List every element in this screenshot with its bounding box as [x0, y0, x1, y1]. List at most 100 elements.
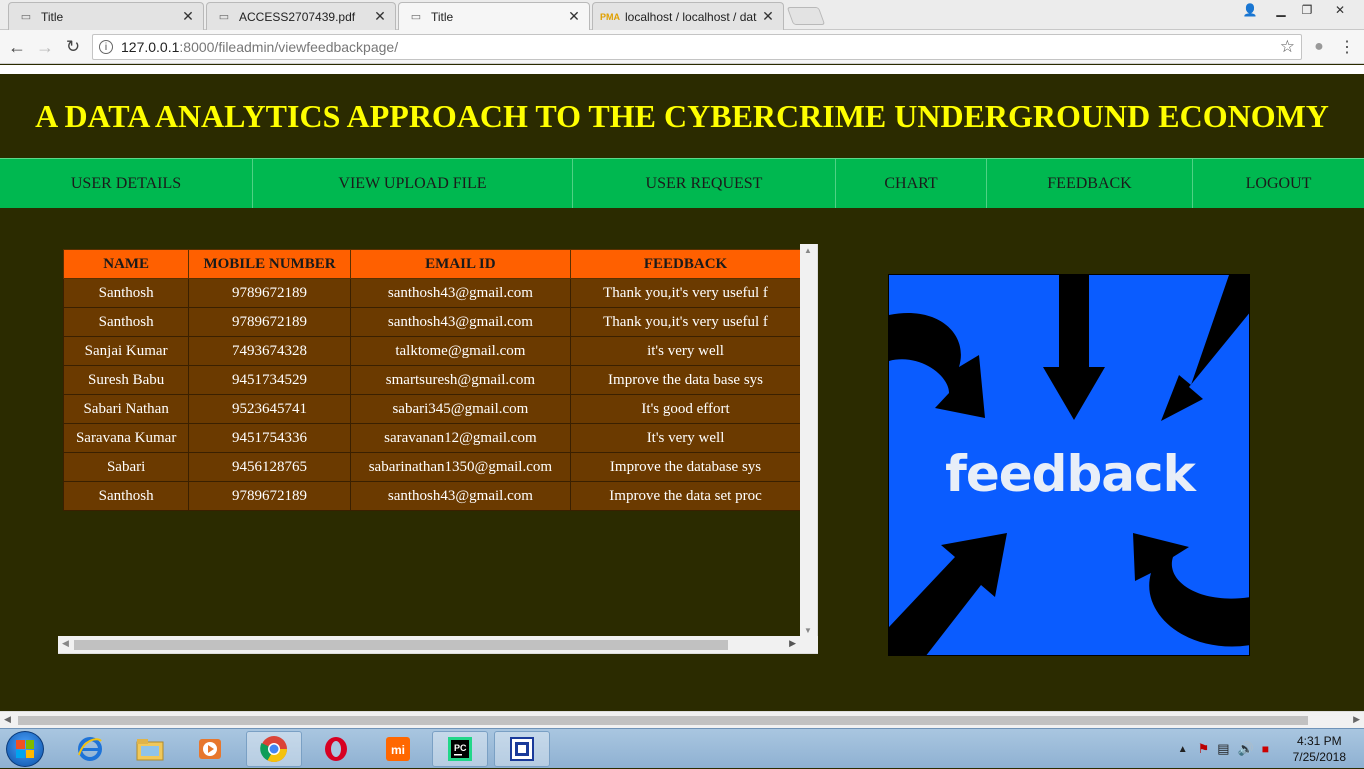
cell-email: smartsuresh@gmail.com	[349, 365, 572, 395]
column-header-name: NAME	[63, 249, 190, 279]
cell-feedback: Thank you,it's very useful f	[570, 307, 801, 337]
tab-phpmyadmin[interactable]: PMA localhost / localhost / dat ✕	[592, 2, 784, 30]
tab-title-1[interactable]: ▭ Title ✕	[8, 2, 204, 30]
tab-label: Title	[41, 9, 64, 24]
url-input[interactable]: i 127.0.0.1:8000/fileadmin/viewfeedbackp…	[92, 34, 1302, 60]
explorer-icon[interactable]	[122, 731, 178, 767]
forward-icon[interactable]: →	[34, 36, 56, 58]
snipping-icon[interactable]	[494, 731, 550, 767]
window-close-icon[interactable]: ✕	[1324, 0, 1356, 20]
column-header-mobile: MOBILE NUMBER	[188, 249, 351, 279]
svg-text:mi: mi	[391, 743, 405, 757]
page-content: A DATA ANALYTICS APPROACH TO THE CYBERCR…	[0, 65, 1364, 711]
cell-name: Santhosh	[63, 307, 190, 337]
close-icon[interactable]: ✕	[181, 8, 195, 25]
table-row: Santhosh 9789672189 santhosh43@gmail.com Im…	[63, 481, 801, 511]
scroll-thumb[interactable]	[18, 716, 1308, 725]
bookmark-star-icon[interactable]: ☆	[1280, 37, 1295, 57]
show-hidden-icons-icon[interactable]: ▲	[1178, 744, 1188, 755]
scroll-left-icon[interactable]: ◀	[4, 714, 11, 725]
page-horizontal-scrollbar[interactable]: ◀ ▶	[0, 711, 1364, 728]
column-header-feedback: FEEDBACK	[570, 249, 801, 279]
table-row: Santhosh 9789672189 santhosh43@gmail.com Th…	[63, 307, 801, 337]
minimize-icon[interactable]: ▁	[1270, 0, 1292, 20]
table-row: Saravana Kumar 9451754336 saravanan12@gmai…	[63, 423, 801, 453]
menu-kebab-icon[interactable]: ⋮	[1336, 36, 1358, 58]
reload-icon[interactable]: ↻	[62, 36, 84, 58]
site-header: A DATA ANALYTICS APPROACH TO THE CYBERCR…	[0, 74, 1364, 158]
clock-date: 7/25/2018	[1292, 750, 1346, 764]
start-button[interactable]	[6, 731, 44, 767]
cell-feedback: Improve the data base sys	[570, 365, 801, 395]
opera-icon[interactable]	[308, 731, 364, 767]
nav-view-upload-file[interactable]: VIEW UPLOAD FILE	[253, 159, 573, 208]
cell-feedback: It's good effort	[570, 394, 801, 424]
taskbar-clock[interactable]: 4:31 PM 7/25/2018	[1293, 733, 1346, 765]
tab-label: localhost / localhost / dat	[625, 9, 757, 24]
volume-icon[interactable]: 🔊	[1238, 741, 1254, 757]
scroll-thumb[interactable]	[74, 640, 728, 650]
network-icon[interactable]: ▤	[1217, 741, 1229, 757]
page-title: A DATA ANALYTICS APPROACH TO THE CYBERCR…	[35, 97, 1329, 134]
cell-name: Sabari Nathan	[63, 394, 190, 424]
page-icon: ▭	[218, 11, 230, 23]
extension-icon[interactable]: ●	[1308, 36, 1330, 58]
cell-mobile: 7493674328	[188, 336, 351, 366]
url-host: 127.0.0.1	[121, 39, 180, 55]
table-vertical-scrollbar[interactable]: ▲ ▼	[800, 244, 817, 637]
top-strip	[0, 65, 1364, 74]
scroll-down-icon[interactable]: ▼	[804, 626, 812, 635]
tab-pdf[interactable]: ▭ ACCESS2707439.pdf ✕	[206, 2, 396, 30]
cell-mobile: 9456128765	[188, 452, 351, 482]
table-row: Sanjai Kumar 7493674328 talktome@gmail.com…	[63, 336, 801, 366]
table-header-row: NAME MOBILE NUMBER EMAIL ID FEEDBACK	[63, 249, 801, 279]
url-path: :8000/fileadmin/viewfeedbackpage/	[179, 39, 399, 55]
cell-feedback: it's very well	[570, 336, 801, 366]
cell-name: Santhosh	[63, 278, 190, 308]
action-center-icon[interactable]: ⚑	[1198, 741, 1210, 757]
nav-user-details[interactable]: USER DETAILS	[0, 159, 253, 208]
ie-icon[interactable]	[62, 731, 118, 767]
cell-feedback: Thank you,it's very useful f	[570, 278, 801, 308]
address-toolbar: ← → ↻ i 127.0.0.1:8000/fileadmin/viewfee…	[0, 30, 1364, 64]
pycharm-icon[interactable]: PC	[432, 731, 488, 767]
cell-mobile: 9523645741	[188, 394, 351, 424]
nav-chart[interactable]: CHART	[836, 159, 987, 208]
nav-logout[interactable]: LOGOUT	[1193, 159, 1364, 208]
info-icon[interactable]: i	[99, 40, 113, 54]
cell-email: talktome@gmail.com	[349, 336, 572, 366]
user-icon[interactable]: 👤	[1238, 0, 1262, 20]
cell-feedback: Improve the database sys	[570, 452, 801, 482]
table-row: Suresh Babu 9451734529 smartsuresh@gmail.c…	[63, 365, 801, 395]
language-icon[interactable]: ■	[1262, 742, 1269, 756]
nav-feedback[interactable]: FEEDBACK	[987, 159, 1193, 208]
mi-icon[interactable]: mi	[370, 731, 426, 767]
feedback-image: feedback	[888, 274, 1250, 656]
nav-user-request[interactable]: USER REQUEST	[573, 159, 836, 208]
cell-email: sabari345@gmail.com	[349, 394, 572, 424]
tab-label: ACCESS2707439.pdf	[239, 9, 356, 24]
close-icon[interactable]: ✕	[373, 8, 387, 25]
cell-feedback: It's very well	[570, 423, 801, 453]
new-tab-button[interactable]	[786, 7, 826, 25]
feedback-table-frame[interactable]: NAME MOBILE NUMBER EMAIL ID FEEDBACK San…	[58, 244, 818, 654]
close-icon[interactable]: ✕	[761, 8, 775, 25]
cell-email: sabarinathan1350@gmail.com	[349, 452, 572, 482]
cell-email: santhosh43@gmail.com	[349, 481, 572, 511]
tab-title-active[interactable]: ▭ Title ✕	[398, 2, 590, 30]
cell-mobile: 9451734529	[188, 365, 351, 395]
cell-feedback: Improve the data set proc	[570, 481, 801, 511]
scroll-up-icon[interactable]: ▲	[804, 246, 812, 255]
restore-icon[interactable]: ❐	[1296, 0, 1318, 20]
back-icon[interactable]: ←	[6, 36, 28, 58]
table-horizontal-scrollbar[interactable]: ◀ ▶	[58, 636, 818, 653]
scroll-right-icon[interactable]: ▶	[789, 638, 796, 649]
chrome-icon[interactable]	[246, 731, 302, 767]
scroll-left-icon[interactable]: ◀	[62, 638, 69, 649]
media-player-icon[interactable]	[182, 731, 238, 767]
phpmyadmin-icon: PMA	[600, 11, 620, 22]
cell-mobile: 9451754336	[188, 423, 351, 453]
table-row: Sabari 9456128765 sabarinathan1350@gmail.c…	[63, 452, 801, 482]
scroll-right-icon[interactable]: ▶	[1353, 714, 1360, 725]
close-icon[interactable]: ✕	[567, 8, 581, 25]
